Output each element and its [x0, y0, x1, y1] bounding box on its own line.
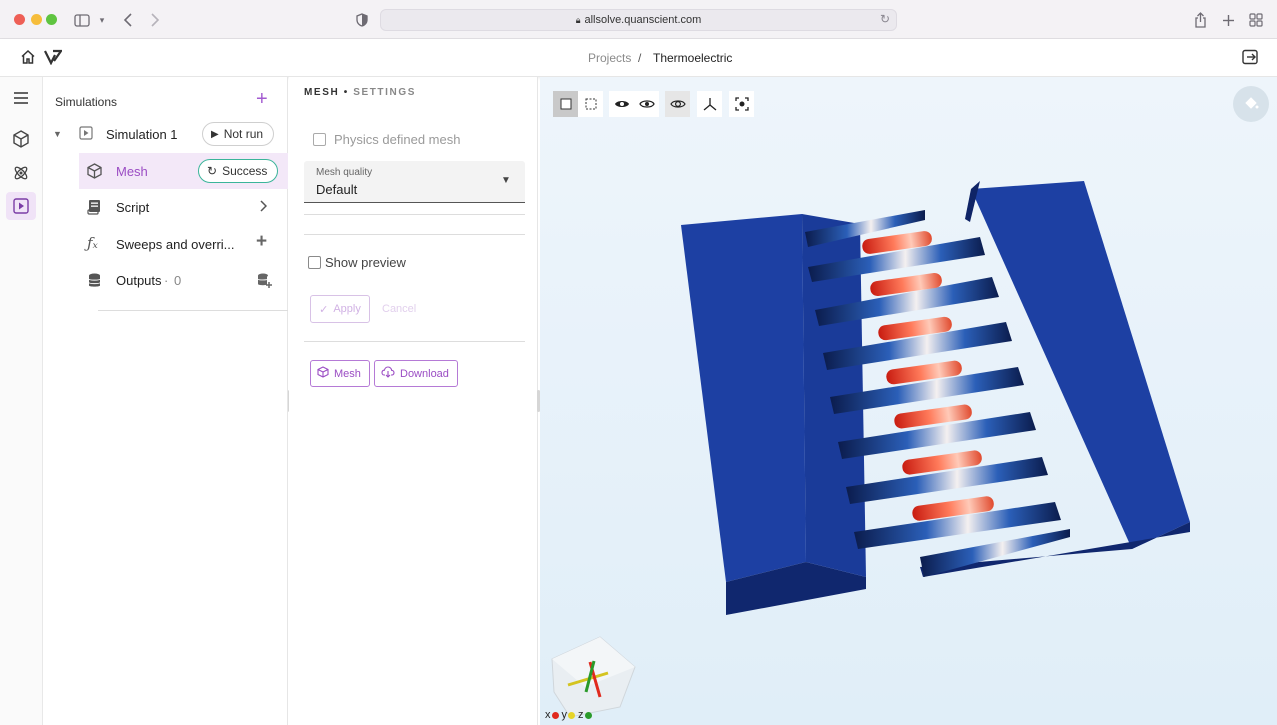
mesh-settings-panel: MESH • SETTINGS Physics defined mesh Mes… — [289, 77, 538, 725]
apply-label: Apply — [333, 303, 361, 315]
y-axis-dot — [568, 711, 575, 719]
mesh-button-label: Mesh — [334, 367, 361, 380]
left-electrode — [681, 214, 806, 582]
database-icon — [88, 273, 101, 293]
simulations-title: Simulations — [55, 95, 118, 109]
mesh-status-badge[interactable]: ↻ Success — [198, 159, 279, 183]
breadcrumb-separator: / — [638, 51, 642, 65]
divider — [304, 234, 525, 235]
lock-icon: 🔒︎ — [575, 14, 581, 25]
3d-viewport[interactable]: x y z — [540, 77, 1277, 725]
simulations-panel: Simulations + ▼ Simulation 1 ▶ Not run M… — [43, 77, 288, 725]
orientation-cube[interactable] — [551, 636, 636, 718]
sidebar-divider — [98, 310, 288, 311]
app-header: Projects / Thermoelectric — [0, 39, 1277, 77]
cube-icon — [317, 366, 329, 381]
left-rail — [0, 77, 43, 725]
add-simulation-button[interactable]: + — [256, 89, 268, 109]
script-icon — [87, 199, 101, 220]
mesh-quality-label: Mesh quality — [316, 167, 373, 178]
menu-icon[interactable] — [6, 84, 36, 112]
tab-overview-icon[interactable] — [1246, 10, 1266, 30]
settings-header-main: MESH — [304, 87, 340, 98]
chevron-down-icon[interactable]: ▾ — [92, 10, 112, 30]
divider — [304, 214, 525, 215]
thermoelectric-model — [551, 181, 1190, 718]
cancel-button[interactable]: Cancel — [382, 303, 416, 315]
z-axis-dot — [584, 711, 592, 719]
download-button-label: Download — [400, 367, 449, 380]
home-icon[interactable] — [20, 49, 36, 70]
settings-header-sub: SETTINGS — [353, 87, 416, 98]
maximize-window-button[interactable] — [46, 14, 57, 25]
play-icon: ▶ — [211, 128, 219, 140]
simulation-icon[interactable] — [6, 192, 36, 220]
axis-y-label: y — [561, 709, 568, 721]
mesh-quality-select[interactable]: Mesh quality Default ▼ — [304, 161, 525, 203]
browser-toolbar: ▾ 🔒︎ allsolve.quanscient.com ↻ — [0, 0, 1277, 39]
mesh-quality-value: Default — [316, 182, 358, 197]
share-icon[interactable] — [1190, 10, 1210, 30]
apply-button[interactable]: ✓ Apply — [310, 295, 370, 323]
function-icon: ƒₓ — [87, 234, 98, 252]
outputs-count: 0 — [174, 273, 182, 288]
breadcrumb-current: Thermoelectric — [653, 51, 733, 65]
mesh-cube-icon — [87, 163, 102, 184]
dropdown-arrow-icon: ▼ — [501, 175, 511, 186]
axis-legend: x y z — [545, 709, 592, 721]
close-window-button[interactable] — [14, 14, 25, 25]
sidebar-item-script-label[interactable]: Script — [116, 200, 149, 215]
url-text: allsolve.quanscient.com — [584, 14, 702, 26]
x-axis-dot — [551, 711, 559, 719]
simulation-play-icon — [79, 126, 93, 145]
minimize-window-button[interactable] — [31, 14, 42, 25]
sidebar-item-mesh-label: Mesh — [116, 164, 148, 179]
chevron-right-icon[interactable] — [259, 199, 268, 217]
physics-mesh-checkbox[interactable] — [313, 133, 326, 146]
new-tab-icon[interactable] — [1218, 10, 1238, 30]
exit-icon[interactable] — [1242, 49, 1259, 70]
check-icon: ✓ — [319, 303, 329, 316]
refresh-icon: ↻ — [207, 164, 218, 178]
address-bar[interactable]: 🔒︎ allsolve.quanscient.com ↻ — [380, 9, 897, 31]
sidebar-toggle-icon[interactable] — [72, 10, 92, 30]
back-icon[interactable] — [118, 10, 138, 30]
geometry-icon[interactable] — [6, 125, 36, 153]
breadcrumb-projects[interactable]: Projects — [588, 51, 631, 65]
add-sweep-button[interactable]: + — [256, 232, 267, 251]
outputs-count-separator: · — [164, 273, 169, 288]
right-electrode — [971, 181, 1190, 549]
settings-header: MESH • SETTINGS — [304, 87, 416, 98]
forward-icon[interactable] — [145, 10, 165, 30]
collapse-chevron-icon[interactable]: ▼ — [53, 129, 62, 139]
mesh-status-label: Success — [222, 164, 268, 178]
run-status-label: Not run — [223, 127, 264, 141]
sidebar-item-outputs-label[interactable]: Outputs — [116, 273, 162, 288]
simulation-1-label[interactable]: Simulation 1 — [106, 127, 178, 142]
add-output-icon[interactable] — [257, 273, 272, 293]
axis-z-label: z — [578, 709, 584, 721]
download-button[interactable]: Download — [374, 360, 458, 387]
physics-mesh-label: Physics defined mesh — [334, 132, 461, 147]
logo-icon[interactable] — [44, 49, 64, 70]
sidebar-item-sweeps-label[interactable]: Sweeps and overri... — [116, 237, 235, 252]
shield-icon[interactable] — [352, 10, 372, 30]
divider — [304, 341, 525, 342]
settings-header-dot: • — [343, 87, 349, 98]
cloud-download-icon — [381, 366, 395, 381]
run-status-button[interactable]: ▶ Not run — [202, 122, 275, 146]
show-preview-label: Show preview — [325, 255, 406, 270]
show-preview-checkbox[interactable] — [308, 256, 321, 269]
physics-icon[interactable] — [6, 159, 36, 187]
axis-x-label: x — [545, 709, 551, 721]
reload-icon[interactable]: ↻ — [880, 12, 890, 26]
mesh-button[interactable]: Mesh — [310, 360, 370, 387]
